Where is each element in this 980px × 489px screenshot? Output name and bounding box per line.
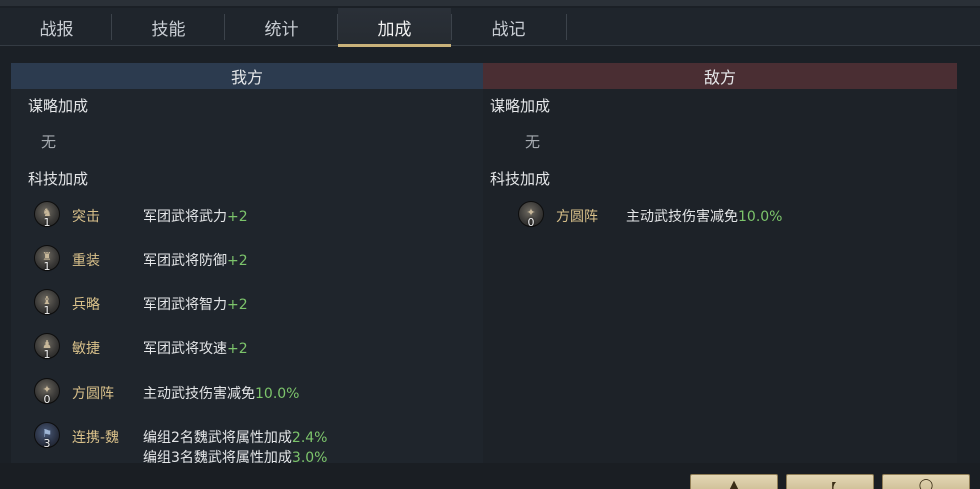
tech-name: 重装 [72, 253, 100, 269]
tech-level: 1 [43, 304, 51, 317]
tab-bonuses[interactable]: 加成 [338, 8, 451, 47]
tab-skills[interactable]: 技能 [112, 8, 225, 46]
bracket-icon: 【 [823, 478, 836, 489]
heavy-armor-icon: ♜ 1 [34, 245, 60, 273]
up-arrow-icon: ▲ [729, 478, 739, 489]
tech-name: 方圆阵 [72, 386, 114, 402]
our-strategy-title: 谋略加成 [28, 97, 89, 115]
tech-description: 军团武将防御+2 [143, 253, 248, 269]
tech-description: 主动武技伤害减免10.0% [143, 386, 300, 402]
tech-level: 3 [43, 437, 51, 450]
enemy-strategy-title: 谋略加成 [490, 97, 551, 115]
tech-name: 敏捷 [72, 341, 100, 357]
square-formation-icon: ✦ 0 [518, 201, 544, 229]
tab-battle-log[interactable]: 战记 [452, 8, 565, 46]
tech-description: 主动武技伤害减免10.0% [626, 209, 783, 225]
bottom-action-button[interactable]: ◯ [882, 474, 970, 489]
tech-name: 方圆阵 [556, 209, 598, 225]
tech-value: +2 [227, 209, 248, 225]
tech-value: +2 [227, 341, 248, 357]
tech-level: 0 [43, 393, 51, 406]
enemy-side-column: 敌方 谋略加成 无 科技加成 ✦ 0 方圆阵 主动武技伤害减免10.0% [483, 63, 957, 463]
strategy-icon: ♝ 1 [34, 289, 60, 317]
tech-level: 0 [527, 216, 535, 229]
tab-battle-report[interactable]: 战报 [0, 8, 113, 46]
our-side-header: 我方 [11, 63, 483, 89]
enemy-tech-title: 科技加成 [490, 170, 551, 188]
bottom-action-button[interactable]: ▲ [690, 474, 778, 489]
tab-bar: 战报 技能 统计 加成 战记 [0, 8, 980, 47]
tech-level: 1 [43, 216, 51, 229]
our-side-header-label: 我方 [230, 68, 263, 87]
tech-description: 编组2名魏武将属性加成2.4% [143, 430, 328, 446]
tech-value: +2 [227, 297, 248, 313]
tech-value: +2 [227, 253, 248, 269]
tab-statistics[interactable]: 统计 [225, 8, 338, 46]
our-side-column: 我方 谋略加成 无 科技加成 ♞ 1 突击 军团武将武力+2 ♜ 1 重装 军团武将… [11, 63, 483, 466]
tech-description: 军团武将攻速+2 [143, 341, 248, 357]
agility-icon: ♟ 1 [34, 333, 60, 361]
our-tech-title: 科技加成 [28, 170, 89, 188]
wei-alliance-icon: ⚑ 3 [34, 422, 60, 450]
tech-level: 1 [43, 260, 51, 273]
tech-description: 军团武将智力+2 [143, 297, 248, 313]
tech-name: 连携-魏 [72, 430, 120, 446]
enemy-side-header: 敌方 [483, 63, 957, 89]
tech-description: 军团武将武力+2 [143, 209, 248, 225]
cavalry-charge-icon: ♞ 1 [34, 201, 60, 229]
tech-value: 10.0% [255, 386, 300, 402]
our-strategy-none: 无 [41, 133, 57, 151]
bottom-action-button[interactable]: 【 [786, 474, 874, 489]
bonus-panel: 我方 谋略加成 无 科技加成 ♞ 1 突击 军团武将武力+2 ♜ 1 重装 军团武将… [11, 63, 957, 466]
tech-value: 2.4% [291, 430, 328, 446]
enemy-side-header-label: 敌方 [703, 68, 736, 87]
tech-name: 兵略 [72, 297, 100, 313]
circle-icon: ◯ [918, 478, 934, 489]
tech-value: 10.0% [738, 209, 783, 225]
tech-name: 突击 [72, 209, 100, 225]
top-strip [0, 0, 980, 6]
square-formation-icon: ✦ 0 [34, 378, 60, 406]
enemy-strategy-none: 无 [525, 133, 541, 151]
tech-level: 1 [43, 348, 51, 361]
tab-divider [566, 14, 567, 40]
